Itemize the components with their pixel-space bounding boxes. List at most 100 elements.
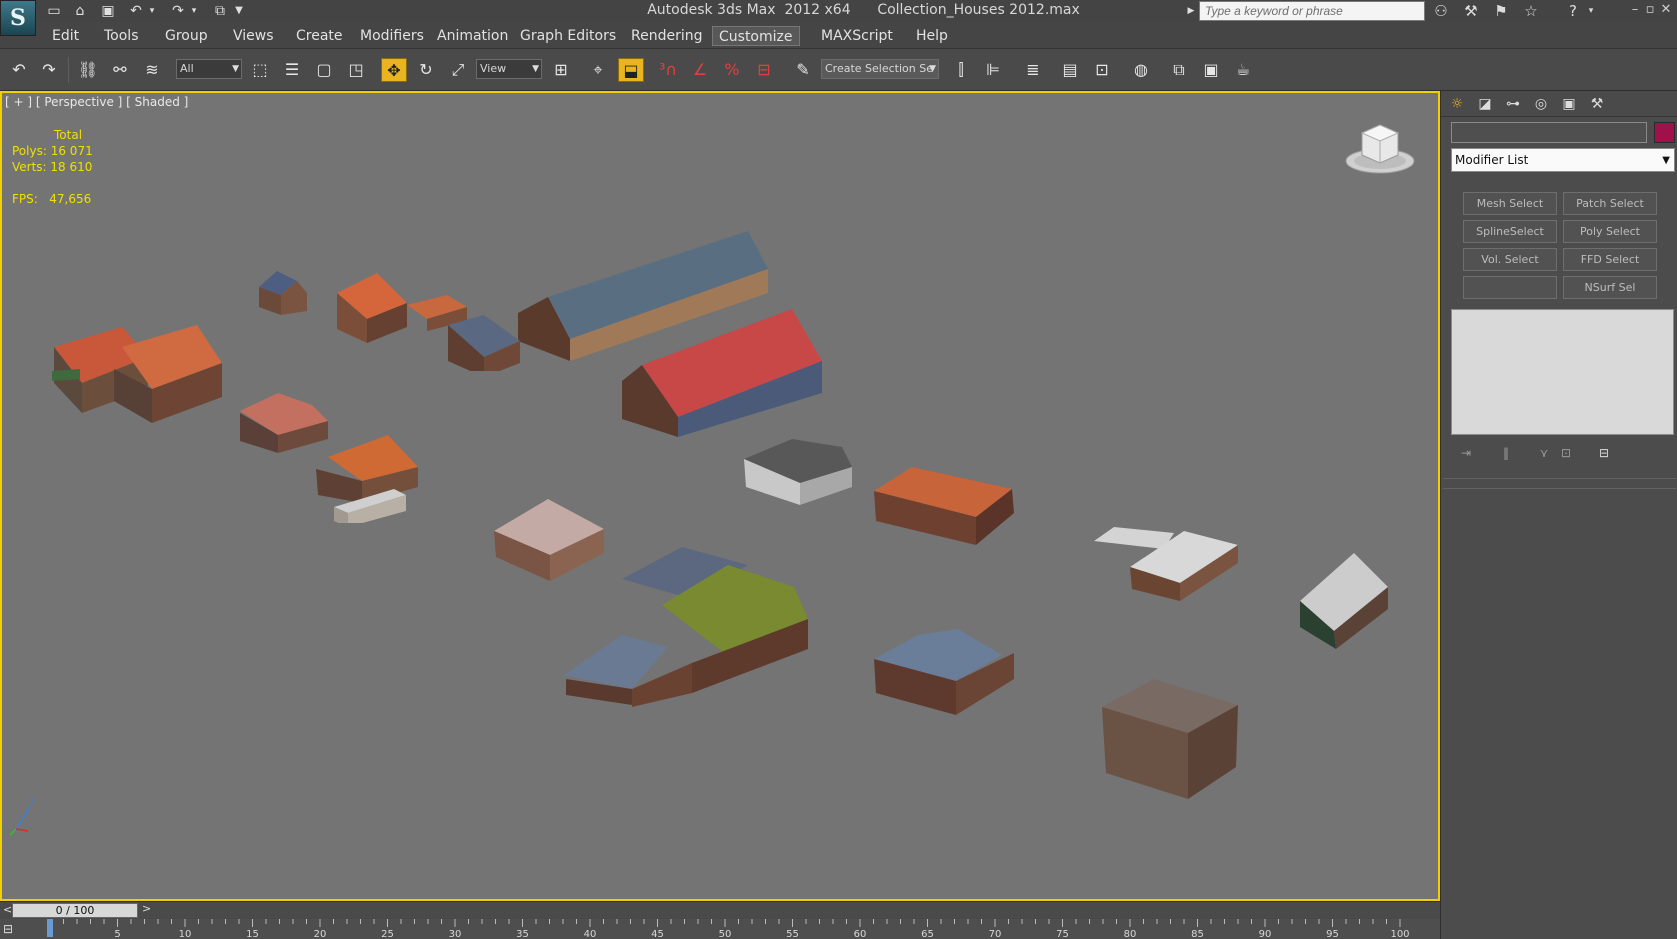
viewport-label[interactable]: [ + ] [ Perspective ] [ Shaded ] [5,95,188,109]
menu-maxscript[interactable]: MAXScript [815,26,899,46]
motion-tab-icon[interactable]: ◎ [1530,94,1552,114]
object-name-field[interactable] [1451,122,1647,144]
select-and-link-icon[interactable]: ⛓ [75,58,101,82]
ffd-select-button[interactable]: FFD Select [1563,248,1657,271]
render-production-icon[interactable]: ☕ [1230,58,1256,82]
menu-graph-editors[interactable]: Graph Editors [514,26,622,46]
help-dropdown-icon[interactable]: ▾ [1586,1,1596,21]
track-bar[interactable]: ⊟ 5 10 15 20 25 30 35 40 45 50 55 60 65 70 75 80 85 90 95 1… [0,919,1440,939]
make-unique-icon[interactable]: ⋎ [1535,444,1553,462]
show-end-result-icon[interactable]: ‖ [1497,444,1515,462]
menu-customize[interactable]: Customize [712,26,800,46]
poly-select-button[interactable]: Poly Select [1563,220,1657,243]
house-model[interactable] [1298,551,1394,651]
viewcube-icon[interactable] [1342,121,1418,181]
menu-help[interactable]: Help [910,26,954,46]
redo-icon[interactable]: ↷ [36,58,62,82]
configure-modifier-sets-icon[interactable]: ⊟ [1595,444,1613,462]
render-setup-icon[interactable]: ⧉ [1166,58,1192,82]
utilities-tab-icon[interactable]: ⚒ [1586,94,1608,114]
subscription-icon[interactable]: ⚒ [1460,1,1482,21]
material-editor-icon[interactable]: ◍ [1128,58,1154,82]
select-and-manipulate-icon[interactable]: ⌖ [585,58,611,82]
house-model[interactable] [52,313,252,433]
mirror-icon[interactable]: ⫿ [948,58,974,82]
graphite-modeling-tools-icon[interactable]: ▤ [1057,58,1083,82]
time-slider[interactable]: < 0 / 100 > [0,901,1440,919]
minimize-icon[interactable]: – [1628,1,1642,19]
pin-stack-icon[interactable]: ⇥ [1457,444,1475,462]
curve-editor-icon[interactable]: ⊡ [1089,58,1115,82]
keyboard-shortcut-override-icon[interactable]: ⬓ [618,58,644,82]
time-slider-thumb[interactable]: 0 / 100 [12,903,138,918]
select-and-move-icon[interactable]: ✥ [381,58,407,82]
house-model[interactable] [742,431,862,511]
undo-icon[interactable]: ↶ [6,58,32,82]
object-color-swatch[interactable] [1654,122,1675,143]
house-model[interactable] [238,383,458,523]
current-frame-marker[interactable] [47,919,53,937]
villa-model[interactable] [1098,675,1248,805]
rendered-frame-window-icon[interactable]: ▣ [1198,58,1224,82]
help-icon[interactable]: ? [1562,1,1584,21]
select-object-icon[interactable]: ⬚ [247,58,273,82]
remove-modifier-icon[interactable]: ⊡ [1557,444,1575,462]
selection-filter-dropdown[interactable]: All ▼ [176,59,242,79]
menu-rendering[interactable]: Rendering [625,26,709,46]
application-button[interactable]: S [0,0,36,36]
menu-modifiers[interactable]: Modifiers [354,26,430,46]
pivot-center-icon[interactable]: ⊞ [548,58,574,82]
mesh-select-button[interactable]: Mesh Select [1463,192,1557,215]
perspective-viewport[interactable]: [ + ] [ Perspective ] [ Shaded ] Total P… [0,91,1440,901]
farmhouse-model[interactable] [562,539,832,709]
spline-select-button[interactable]: SplineSelect [1463,220,1557,243]
nsurf-sel-button[interactable]: NSurf Sel [1563,276,1657,299]
time-slider-prev-button[interactable]: < [3,903,12,916]
snaps-toggle-icon[interactable]: ³∩ [655,58,681,82]
object-name-input[interactable] [1452,124,1646,144]
menu-tools[interactable]: Tools [98,26,145,46]
menu-group[interactable]: Group [159,26,214,46]
house-model[interactable] [1094,501,1244,611]
rectangular-selection-icon[interactable]: ▢ [311,58,337,82]
communication-icon[interactable]: ⚑ [1490,1,1512,21]
window-crossing-icon[interactable]: ◳ [343,58,369,82]
close-icon[interactable]: ✕ [1659,1,1673,19]
house-model[interactable] [872,451,1022,551]
layer-manager-icon[interactable]: ≣ [1020,58,1046,82]
menu-create[interactable]: Create [290,26,349,46]
display-tab-icon[interactable]: ▣ [1558,94,1580,114]
select-and-scale-icon[interactable]: ⤢ [445,58,471,82]
barn-model[interactable] [612,309,842,437]
modify-tab-icon[interactable]: ◪ [1474,94,1496,114]
binoculars-icon[interactable]: ⚇ [1430,1,1452,21]
time-slider-next-button[interactable]: > [142,902,151,915]
info-center-toggle-icon[interactable]: ▶ [1186,2,1196,20]
bind-to-space-warp-icon[interactable]: ≋ [139,58,165,82]
empty-modifier-button[interactable] [1463,276,1557,299]
percent-snap-icon[interactable]: % [719,58,745,82]
hierarchy-tab-icon[interactable]: ⊶ [1502,94,1524,114]
modifier-stack[interactable] [1451,309,1674,435]
search-box[interactable] [1199,1,1425,21]
patch-select-button[interactable]: Patch Select [1563,192,1657,215]
unlink-selection-icon[interactable]: ⚯ [107,58,133,82]
align-icon[interactable]: ⊫ [980,58,1006,82]
house-model[interactable] [872,609,1022,719]
menu-views[interactable]: Views [227,26,280,46]
reference-coordinate-dropdown[interactable]: View ▼ [476,59,542,79]
named-selection-dropdown[interactable]: Create Selection Se ▼ [821,59,939,79]
spinner-snap-icon[interactable]: ⊟ [751,58,777,82]
edit-named-selection-icon[interactable]: ✎ [790,58,816,82]
maximize-icon[interactable]: ▫ [1643,1,1657,19]
menu-edit[interactable]: Edit [46,26,85,46]
search-input[interactable] [1200,2,1424,20]
select-by-name-icon[interactable]: ☰ [279,58,305,82]
favorites-star-icon[interactable]: ☆ [1520,1,1542,21]
select-and-rotate-icon[interactable]: ↻ [413,58,439,82]
angle-snap-icon[interactable]: ∠ [687,58,713,82]
menu-animation[interactable]: Animation [431,26,514,46]
modifier-list-dropdown[interactable]: Modifier List ▼ [1451,148,1675,172]
create-tab-icon[interactable]: ☼ [1446,94,1468,114]
vol-select-button[interactable]: Vol. Select [1463,248,1557,271]
